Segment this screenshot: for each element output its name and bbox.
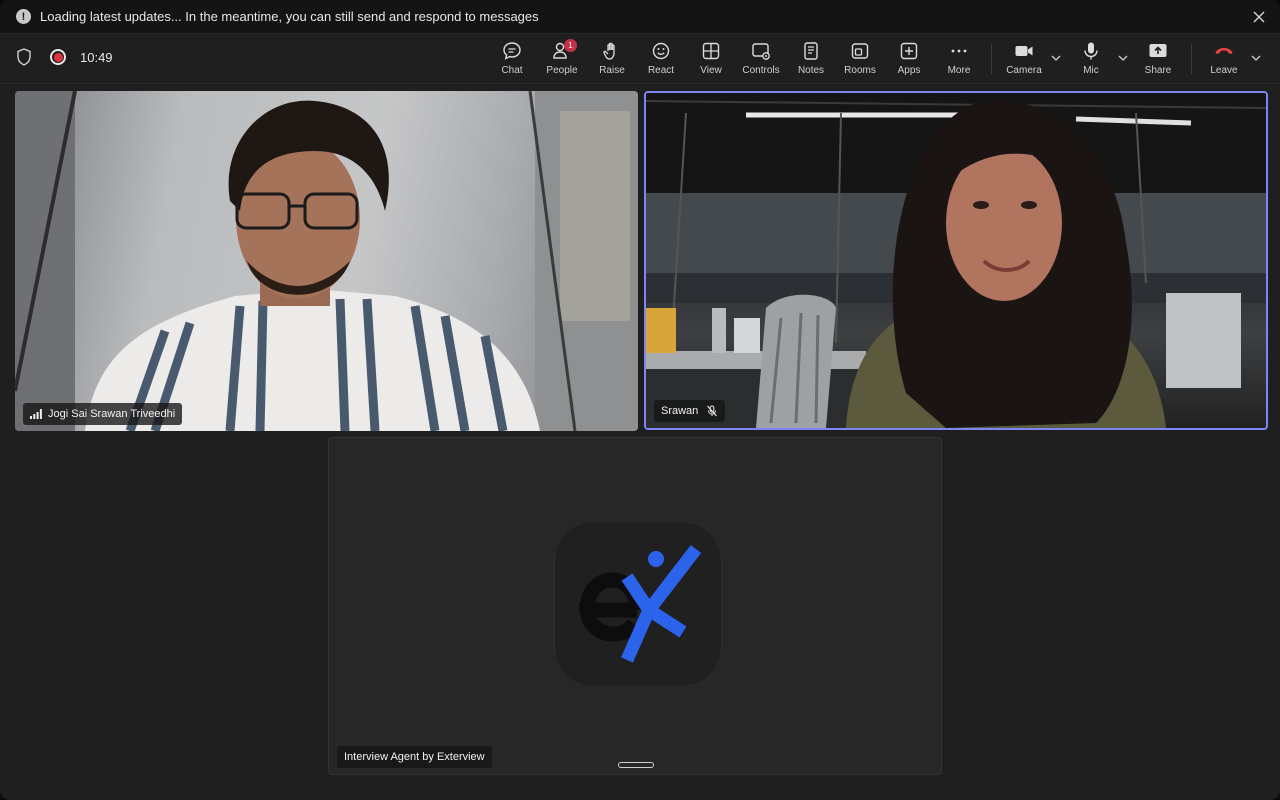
shield-icon <box>17 48 31 66</box>
controls-icon <box>752 43 770 60</box>
raise-hand-button[interactable]: Raise <box>586 40 638 80</box>
meeting-toolbar: 10:49 Chat 1 People Raise React View Con… <box>0 34 1280 84</box>
mic-muted-icon <box>707 405 718 417</box>
people-button[interactable]: 1 People <box>536 39 588 80</box>
participant-name: Jogi Sai Srawan Triveedhi <box>48 408 176 420</box>
app-participant-tile[interactable]: Interview Agent by Exterview <box>328 437 942 775</box>
notes-icon <box>804 42 818 60</box>
exterview-logo <box>555 522 721 686</box>
apps-label: Apps <box>897 65 921 76</box>
rooms-label: Rooms <box>844 65 876 76</box>
toolbar-divider <box>1191 44 1192 74</box>
camera-button[interactable]: Camera <box>998 40 1050 80</box>
more-label: More <box>947 65 971 76</box>
meeting-window: ! Loading latest updates... In the meant… <box>0 0 1280 800</box>
notes-button[interactable]: Notes <box>785 40 837 80</box>
camera-options-chevron-icon[interactable] <box>1050 52 1062 64</box>
signal-strength-icon <box>30 409 42 419</box>
rooms-icon <box>851 43 869 59</box>
recording-icon <box>50 49 66 65</box>
camera-label: Camera <box>1006 65 1042 76</box>
smiley-icon <box>652 42 670 60</box>
people-label: People <box>546 65 578 76</box>
exterview-logo-mark <box>578 545 702 663</box>
camera-icon <box>1015 46 1033 56</box>
active-speaker-video-tile[interactable]: Srawan <box>644 91 1268 430</box>
info-icon: ! <box>16 9 31 24</box>
hang-up-icon <box>1215 48 1233 54</box>
chat-button[interactable]: Chat <box>486 40 538 80</box>
leave-button[interactable]: Leave <box>1198 40 1250 80</box>
ellipsis-icon <box>951 49 967 53</box>
chat-icon <box>503 42 521 60</box>
view-label: View <box>700 65 722 76</box>
close-icon[interactable] <box>1250 8 1268 26</box>
mic-button[interactable]: Mic <box>1065 40 1117 80</box>
raise-label: Raise <box>599 65 625 76</box>
participant-name: Srawan <box>661 405 699 417</box>
mic-options-chevron-icon[interactable] <box>1117 52 1129 64</box>
react-label: React <box>647 65 675 76</box>
participant-name-tag: Srawan <box>654 400 726 422</box>
share-button[interactable]: Share <box>1132 40 1184 80</box>
participant-name-tag: Jogi Sai Srawan Triveedhi <box>23 403 183 425</box>
react-button[interactable]: React <box>635 40 687 80</box>
meeting-timer: 10:49 <box>80 49 113 65</box>
banner-message: Loading latest updates... In the meantim… <box>40 9 539 24</box>
toolbar-divider <box>991 44 992 74</box>
participant-name-tag: Interview Agent by Exterview <box>337 746 492 768</box>
chat-label: Chat <box>501 65 523 76</box>
raise-hand-icon <box>603 42 615 60</box>
controls-button[interactable]: Controls <box>735 40 787 80</box>
participant-video-tile[interactable]: Jogi Sai Srawan Triveedhi <box>15 91 638 431</box>
microphone-icon <box>1084 42 1098 60</box>
leave-label: Leave <box>1210 65 1238 76</box>
share-label: Share <box>1144 65 1172 76</box>
grid-view-icon <box>702 42 720 60</box>
people-badge: 1 <box>564 39 577 52</box>
rooms-button[interactable]: Rooms <box>834 40 886 80</box>
share-screen-icon <box>1149 44 1167 57</box>
apps-button[interactable]: Apps <box>883 40 935 80</box>
leave-options-chevron-icon[interactable] <box>1250 52 1262 64</box>
apps-plus-icon <box>900 42 918 60</box>
controls-label: Controls <box>742 65 780 76</box>
drag-handle[interactable] <box>618 762 654 768</box>
notes-label: Notes <box>797 65 825 76</box>
view-button[interactable]: View <box>685 40 737 80</box>
update-banner: ! Loading latest updates... In the meant… <box>0 0 1280 34</box>
participant-video-feed <box>15 91 638 431</box>
participant-name: Interview Agent by Exterview <box>344 751 485 763</box>
more-button[interactable]: More <box>933 40 985 80</box>
participant-video-feed <box>646 93 1266 428</box>
mic-label: Mic <box>1083 65 1099 76</box>
